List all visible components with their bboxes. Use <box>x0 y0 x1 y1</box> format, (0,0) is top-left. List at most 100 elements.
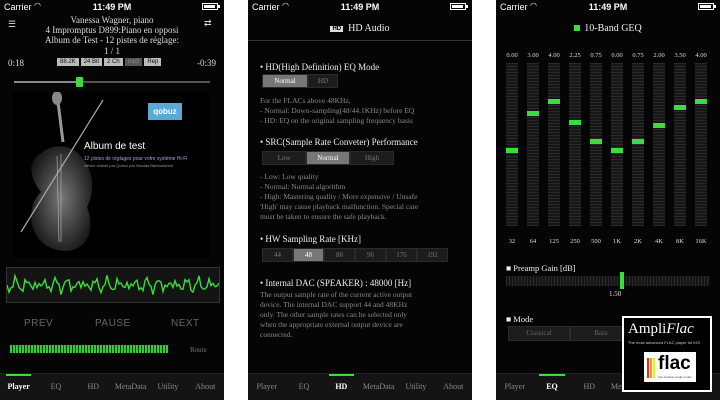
elapsed-time: 0:18 <box>8 58 25 68</box>
tab-hd[interactable]: HD <box>571 374 608 400</box>
tab-about[interactable]: About <box>187 374 224 400</box>
preamp-handle[interactable] <box>620 272 625 289</box>
eq-band-slider[interactable] <box>569 63 581 226</box>
mode-classical[interactable]: Classical <box>508 326 570 341</box>
tab-about[interactable]: About <box>435 374 472 400</box>
desc-line: device. The internal DAC support 44 and … <box>260 300 408 309</box>
tab-player[interactable]: Player <box>496 374 533 400</box>
desc-line: - HD: EQ on the original sampling freque… <box>260 116 413 125</box>
desc-line: must be taken to ensure the safe playbac… <box>260 212 387 221</box>
eq-mode-normal[interactable]: Normal <box>262 74 308 88</box>
eq-mode-description: For the FLACs above 48KHz, - Normal: Dow… <box>260 96 468 126</box>
eq-band-handle[interactable] <box>590 138 602 144</box>
seek-handle[interactable] <box>75 77 83 87</box>
route-button[interactable]: Route <box>190 346 207 354</box>
seek-fill <box>14 81 79 83</box>
eq-band-handle[interactable] <box>548 98 560 104</box>
hw-rate-48[interactable]: 48 <box>293 248 324 262</box>
eq-band-slider[interactable] <box>632 63 644 226</box>
preamp-value: 1.50 <box>609 290 622 298</box>
eq-band-value: 0.00 <box>611 52 623 59</box>
eq-band-slider[interactable] <box>590 63 602 226</box>
eq-band-handle[interactable] <box>527 111 539 117</box>
tab-metadata[interactable]: MetaData <box>112 374 149 400</box>
waveform-display <box>6 267 220 303</box>
track-label: 4 Impromptus D899:Piano en opposi <box>45 25 179 35</box>
eq-mode-hd[interactable]: HD <box>308 74 338 88</box>
eq-band-slider[interactable] <box>611 63 623 226</box>
ampliflac-logo: AmpliFlac The most advanced FLAC player … <box>622 316 712 392</box>
eq-band-handle[interactable] <box>674 104 686 110</box>
src-high[interactable]: High <box>350 151 394 165</box>
cover-title: Album de test <box>84 141 146 152</box>
page-title: 10-Band GEQ <box>496 23 720 34</box>
wordmark-flac: Flac <box>666 321 694 337</box>
eq-band-frequency: 32 <box>508 238 516 245</box>
eq-band-frequency: 2K <box>634 238 642 245</box>
eq-enabled-indicator[interactable] <box>574 25 581 31</box>
src-low[interactable]: Low <box>262 151 306 165</box>
hw-rate-192[interactable]: 192 <box>417 248 448 262</box>
tab-utility[interactable]: Utility <box>397 374 434 400</box>
battery-icon <box>698 3 716 10</box>
hd-icon: HD <box>330 26 344 32</box>
desc-line: only. The other sample rates can be sele… <box>260 310 408 319</box>
hw-rate-selector: 44 48 88 96 176 192 <box>262 248 448 262</box>
repeat-badge[interactable]: Rep <box>144 58 162 66</box>
album-label: Album de Test - 12 pistes de réglage: <box>45 35 179 45</box>
prev-button[interactable]: PREV <box>24 318 53 329</box>
tab-eq[interactable]: EQ <box>37 374 74 400</box>
preamp-slider[interactable] <box>506 276 710 286</box>
tab-bar: Player EQ HD MetaData Utility About <box>0 373 224 400</box>
eq-band-frequency: 4K <box>655 238 663 245</box>
samplerate-badge: 88.2K <box>57 58 79 66</box>
hw-rate-88[interactable]: 88 <box>324 248 355 262</box>
tab-eq[interactable]: EQ <box>285 374 322 400</box>
eq-band-frequency: 1K <box>613 238 621 245</box>
src-normal[interactable]: Normal <box>306 151 350 165</box>
eq-band-slider[interactable] <box>548 63 560 226</box>
eq-band-value: 2.00 <box>653 52 665 59</box>
seek-slider[interactable] <box>14 77 210 87</box>
tab-player[interactable]: Player <box>0 374 37 400</box>
cover-subtitle: 12 pistes de réglages pour votre système… <box>84 156 188 162</box>
tab-eq[interactable]: EQ <box>533 374 570 400</box>
ampliflac-tagline: The most advanced FLAC player for iOS <box>628 340 701 345</box>
eq-band-slider[interactable] <box>674 63 686 226</box>
eq-band-slider[interactable] <box>506 63 518 226</box>
eq-band-value: 0.00 <box>506 52 518 59</box>
status-bar: Carrier ◠ 11:49 PM <box>0 0 224 14</box>
cover-credit: Album réalisé par Qobuz par Nicolas Bart… <box>84 163 173 168</box>
tab-metadata[interactable]: MetaData <box>360 374 397 400</box>
src-description: - Low: Low quality - Normal: Normal algo… <box>260 172 468 222</box>
next-button[interactable]: NEXT <box>171 318 200 329</box>
hw-rate-176[interactable]: 176 <box>386 248 417 262</box>
hw-rate-96[interactable]: 96 <box>355 248 386 262</box>
eq-band-slider[interactable] <box>695 63 707 226</box>
desc-line: - Normal: Normal algorithm <box>260 182 346 191</box>
eq-band-handle[interactable] <box>632 138 644 144</box>
ampliflac-wordmark: AmpliFlac <box>628 321 694 338</box>
flac-logo-text: flac <box>658 353 691 374</box>
eq-band-handle[interactable] <box>569 120 581 126</box>
tab-player[interactable]: Player <box>248 374 285 400</box>
hw-rate-label: • HW Sampling Rate [KHz] <box>260 234 361 244</box>
waveform <box>6 273 220 295</box>
page-title-text: HD Audio <box>348 23 390 34</box>
eq-band-slider[interactable] <box>527 63 539 226</box>
clock: 11:49 PM <box>92 2 132 12</box>
pause-button[interactable]: PAUSE <box>95 318 131 329</box>
eq-band-slider[interactable] <box>653 63 665 226</box>
eq-band-value: 0.75 <box>590 52 602 59</box>
desc-line: 'High' may cause playback malfunction. S… <box>260 202 419 211</box>
eq-band-handle[interactable] <box>653 123 665 129</box>
eq-band-handle[interactable] <box>611 147 623 153</box>
preamp-label: ■ Preamp Gain [dB] <box>506 263 576 273</box>
tab-hd[interactable]: HD <box>75 374 112 400</box>
eq-band-handle[interactable] <box>695 98 707 104</box>
tab-hd[interactable]: HD <box>323 374 360 400</box>
tab-utility[interactable]: Utility <box>149 374 186 400</box>
hw-rate-44[interactable]: 44 <box>262 248 293 262</box>
eq-band-handle[interactable] <box>506 147 518 153</box>
codec-badge: mp3 <box>124 58 143 66</box>
